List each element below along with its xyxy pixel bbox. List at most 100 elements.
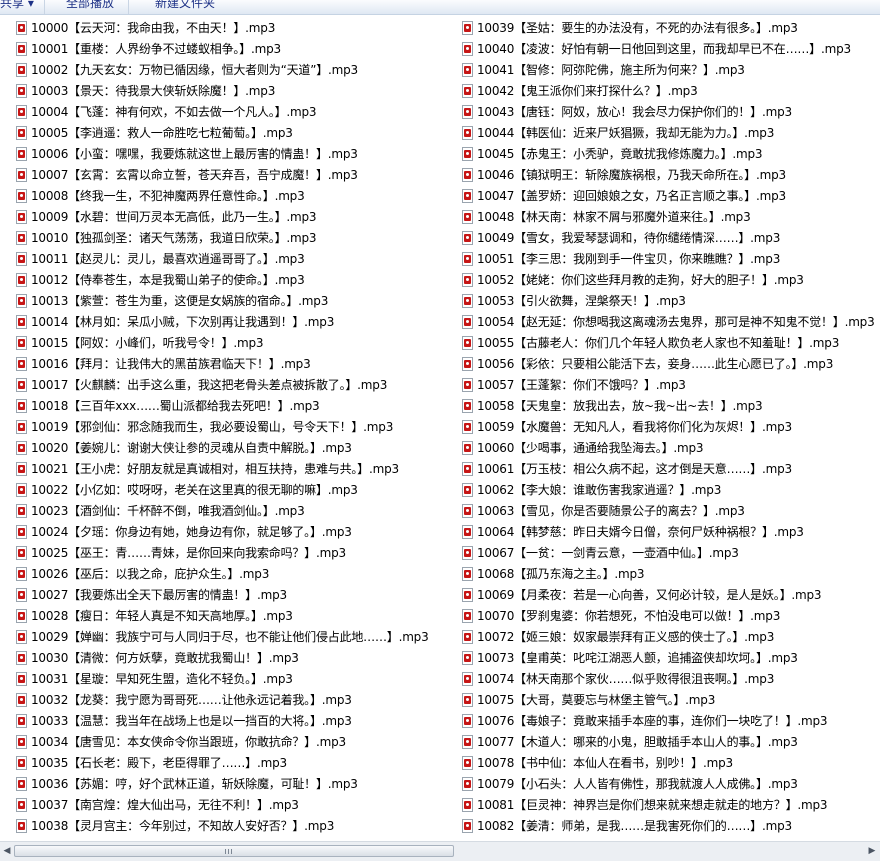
file-name: 10026【巫后：以我之命，庇护众生。】.mp3 — [31, 567, 270, 581]
file-item[interactable]: 10011【赵灵儿：灵儿，最喜欢逍遥哥哥了。】.mp3 — [0, 248, 429, 269]
file-item[interactable]: 10036【苏媚：哼，好个武林正道，斩妖除魔，可耻！】.mp3 — [0, 773, 429, 794]
file-item[interactable]: 10052【姥姥：你们这些拜月教的走狗，好大的胆子！】.mp3 — [446, 269, 875, 290]
mp3-file-icon — [462, 83, 473, 98]
file-item[interactable]: 10027【我要炼出全天下最厉害的情蛊！】.mp3 — [0, 584, 429, 605]
file-item[interactable]: 10055【古藤老人：你们几个年轻人欺负老人家也不知羞耻！】.mp3 — [446, 332, 875, 353]
file-item[interactable]: 10037【南宫煌：煌大仙出马，无往不利！】.mp3 — [0, 794, 429, 815]
play-all-button[interactable]: 全部播放 — [66, 0, 114, 11]
file-item[interactable]: 10038【灵月宫主：今年别过，不知故人安好否？】.mp3 — [0, 815, 429, 836]
file-item[interactable]: 10070【罗刹鬼婆：你若想死，不怕没电可以做！】.mp3 — [446, 605, 875, 626]
file-item[interactable]: 10014【林月如：呆瓜小贼，下次别再让我遇到！】.mp3 — [0, 311, 429, 332]
file-item[interactable]: 10081【巨灵神：神界岂是你们想来就来想走就走的地方？】.mp3 — [446, 794, 875, 815]
file-item[interactable]: 10019【邪剑仙：邪念随我而生，我必要设蜀山，号令天下！】.mp3 — [0, 416, 429, 437]
file-item[interactable]: 10069【月柔夜：若是一心向善，又何必计较，是人是妖。】.mp3 — [446, 584, 875, 605]
file-item[interactable]: 10075【大哥，莫要忘与林堡主管气。】.mp3 — [446, 689, 875, 710]
file-item[interactable]: 10042【鬼王派你们来打探什么？】.mp3 — [446, 80, 875, 101]
file-item[interactable]: 10034【唐雪见：本女侠命令你当跟班，你敢抗命？】.mp3 — [0, 731, 429, 752]
file-item[interactable]: 10009【水碧：世间万灵本无高低，此乃一生。】.mp3 — [0, 206, 429, 227]
file-item[interactable]: 10064【韩梦慈：昨日夫婿今日僧，奈何尸妖种祸根？】.mp3 — [446, 521, 875, 542]
file-name: 10013【紫萱：苍生为重，这便是女娲族的宿命。】.mp3 — [31, 294, 329, 308]
file-item[interactable]: 10067【一贫：一剑青云意，一壶酒中仙。】.mp3 — [446, 542, 875, 563]
file-item[interactable]: 10025【巫王：青……青妹，是你回来向我索命吗？】.mp3 — [0, 542, 429, 563]
file-item[interactable]: 10079【小石头：人人皆有佛性，那我就渡人人成佛。】.mp3 — [446, 773, 875, 794]
thumb-grip — [228, 849, 229, 854]
share-menu-button[interactable]: 共享 ▾ — [0, 0, 34, 11]
file-item[interactable]: 10032【龙葵：我宁愿为哥哥死……让他永远记着我。】.mp3 — [0, 689, 429, 710]
file-name: 10014【林月如：呆瓜小贼，下次别再让我遇到！】.mp3 — [31, 315, 335, 329]
file-item[interactable]: 10046【镇狱明王：斩除魔族祸根，乃我天命所在。】.mp3 — [446, 164, 875, 185]
file-item[interactable]: 10020【姜婉儿：谢谢大侠让参的灵魂从自责中解脱。】.mp3 — [0, 437, 429, 458]
scrollbar-thumb[interactable] — [14, 845, 454, 857]
scroll-right-arrow-icon[interactable]: ▶ — [866, 845, 878, 857]
file-item[interactable]: 10022【小亿如：哎呀呀，老关在这里真的很无聊的嘛】.mp3 — [0, 479, 429, 500]
file-item[interactable]: 10030【清微：何方妖孽，竟敢扰我蜀山！】.mp3 — [0, 647, 429, 668]
file-item[interactable]: 10077【木道人：哪来的小鬼，胆敢插手本山人的事。】.mp3 — [446, 731, 875, 752]
file-item[interactable]: 10058【天鬼皇：放我出去，放~我~出~去！】.mp3 — [446, 395, 875, 416]
file-item[interactable]: 10016【拜月：让我伟大的黑苗族君临天下！】.mp3 — [0, 353, 429, 374]
file-item[interactable]: 10047【盖罗娇：迎回娘娘之女，乃名正言顺之事。】.mp3 — [446, 185, 875, 206]
file-item[interactable]: 10033【温慧：我当年在战场上也是以一挡百的大将。】.mp3 — [0, 710, 429, 731]
mp3-file-icon — [462, 125, 473, 140]
file-item[interactable]: 10008【终我一生，不犯神魔两界任意性命。】.mp3 — [0, 185, 429, 206]
file-item[interactable]: 10074【林天南那个家伙……似乎败得很沮丧啊。】.mp3 — [446, 668, 875, 689]
file-item[interactable]: 10002【九天玄女：万物已循因缘，恒大者则为“天道”】.mp3 — [0, 59, 429, 80]
file-name: 10016【拜月：让我伟大的黑苗族君临天下！】.mp3 — [31, 357, 311, 371]
file-item[interactable]: 10029【婵幽：我族宁可与人同归于尽，也不能让他们侵占此地……】.mp3 — [0, 626, 429, 647]
file-item[interactable]: 10031【星璇：早知死生盟，造化不轻负。】.mp3 — [0, 668, 429, 689]
file-item[interactable]: 10056【彩依：只要相公能活下去，妾身……此生心愿已了。】.mp3 — [446, 353, 875, 374]
file-item[interactable]: 10063【雪见，你是否要随景公子的离去？】.mp3 — [446, 500, 875, 521]
file-item[interactable]: 10026【巫后：以我之命，庇护众生。】.mp3 — [0, 563, 429, 584]
file-item[interactable]: 10048【林天南：林家不屑与邪魔外道来往。】.mp3 — [446, 206, 875, 227]
file-item[interactable]: 10061【万玉枝：相公久病不起，这才倒是天意……】.mp3 — [446, 458, 875, 479]
file-item[interactable]: 10021【王小虎：好朋友就是真诚相对，相互扶持，患难与共。】.mp3 — [0, 458, 429, 479]
mp3-file-icon — [462, 545, 473, 560]
file-item[interactable]: 10054【赵无延：你想喝我这离魂汤去鬼界，那可是神不知鬼不觉！】.mp3 — [446, 311, 875, 332]
file-item[interactable]: 10001【重楼：人界纷争不过蝼蚁相争。】.mp3 — [0, 38, 429, 59]
file-item[interactable]: 10076【毒娘子：竟敢来插手本座的事，连你们一块吃了！】.mp3 — [446, 710, 875, 731]
file-item[interactable]: 10003【景天：待我景大侠斩妖除魔！】.mp3 — [0, 80, 429, 101]
file-item[interactable]: 10013【紫萱：苍生为重，这便是女娲族的宿命。】.mp3 — [0, 290, 429, 311]
toolbar-separator — [128, 0, 129, 14]
file-item[interactable]: 10049【雪女，我爱琴瑟调和，待你缱绻情深……】.mp3 — [446, 227, 875, 248]
file-item[interactable]: 10045【赤鬼王：小秃驴，竟敢扰我修炼魔力。】.mp3 — [446, 143, 875, 164]
mp3-file-icon — [16, 692, 27, 707]
file-item[interactable]: 10057【王蓬絮：你们不饿吗？】.mp3 — [446, 374, 875, 395]
file-item[interactable]: 10023【酒剑仙：千杯醉不倒，唯我酒剑仙。】.mp3 — [0, 500, 429, 521]
file-item[interactable]: 10082【姜清：师弟，是我……是我害死你们的……】.mp3 — [446, 815, 875, 836]
scroll-left-arrow-icon[interactable]: ◀ — [1, 845, 13, 857]
file-item[interactable]: 10035【石长老：殿下，老臣得罪了……】.mp3 — [0, 752, 429, 773]
file-item[interactable]: 10012【侍奉苍生，本是我蜀山弟子的使命。】.mp3 — [0, 269, 429, 290]
file-item[interactable]: 10068【孤乃东海之主。】.mp3 — [446, 563, 875, 584]
file-item[interactable]: 10073【皇甫英：叱咤江湖恶人颤，追捕盗侠却坎坷。】.mp3 — [446, 647, 875, 668]
file-item[interactable]: 10018【三百年xxx……蜀山派都给我去死吧！】.mp3 — [0, 395, 429, 416]
file-item[interactable]: 10053【引火欲舞，涅槃祭天！】.mp3 — [446, 290, 875, 311]
file-item[interactable]: 10004【飞蓬：神有何欢，不如去做一个凡人。】.mp3 — [0, 101, 429, 122]
file-item[interactable]: 10017【火麒麟：出手这么重，我这把老骨头差点被拆散了。】.mp3 — [0, 374, 429, 395]
file-item[interactable]: 10060【少喝事，通通给我坠海去。】.mp3 — [446, 437, 875, 458]
file-item[interactable]: 10015【阿奴：小峰们，听我号令！】.mp3 — [0, 332, 429, 353]
file-item[interactable]: 10028【瘦日：年轻人真是不知天高地厚。】.mp3 — [0, 605, 429, 626]
file-item[interactable]: 10059【水魔兽：无知凡人，看我将你们化为灰烬！】.mp3 — [446, 416, 875, 437]
new-folder-button[interactable]: 新建文件夹 — [155, 0, 215, 11]
file-item[interactable]: 10024【夕瑶：你身边有她，她身边有你，就足够了。】.mp3 — [0, 521, 429, 542]
horizontal-scrollbar[interactable]: ◀ ▶ — [0, 841, 880, 861]
file-name: 10068【孤乃东海之主。】.mp3 — [477, 567, 645, 581]
file-item[interactable]: 10040【凌波：好怕有朝一日他回到这里，而我却早已不在……】.mp3 — [446, 38, 875, 59]
file-item[interactable]: 10043【唐钰：阿奴，放心！我会尽力保护你们的！】.mp3 — [446, 101, 875, 122]
file-item[interactable]: 10007【玄霄：玄霄以命立誓，苍天弃吾，吾宁成魔！】.mp3 — [0, 164, 429, 185]
mp3-file-icon — [16, 671, 27, 686]
file-item[interactable]: 10010【独孤剑圣：诸天气荡荡，我道日欣荣。】.mp3 — [0, 227, 429, 248]
file-item[interactable]: 10062【李大娘：谁敢伤害我家逍遥？】.mp3 — [446, 479, 875, 500]
file-item[interactable]: 10000【云天河：我命由我，不由天！】.mp3 — [0, 17, 429, 38]
file-item[interactable]: 10041【智修：阿弥陀佛，施主所为何来？】.mp3 — [446, 59, 875, 80]
file-item[interactable]: 10005【李逍遥：救人一命胜吃七粒葡萄。】.mp3 — [0, 122, 429, 143]
mp3-file-icon — [16, 734, 27, 749]
file-item[interactable]: 10051【李三思：我刚到手一件宝贝，你来瞧瞧？】.mp3 — [446, 248, 875, 269]
mp3-file-icon — [16, 335, 27, 350]
file-item[interactable]: 10039【圣姑：要生的办法没有，不死的办法有很多。】.mp3 — [446, 17, 875, 38]
file-item[interactable]: 10044【韩医仙：近来尸妖猖獗，我却无能为力。】.mp3 — [446, 122, 875, 143]
file-name: 10022【小亿如：哎呀呀，老关在这里真的很无聊的嘛】.mp3 — [31, 483, 358, 497]
file-item[interactable]: 10006【小蛮：嘿嘿，我要炼就这世上最厉害的情蛊！】.mp3 — [0, 143, 429, 164]
file-item[interactable]: 10078【书中仙：本仙人在看书，别吵！】.mp3 — [446, 752, 875, 773]
file-item[interactable]: 10072【姬三娘：奴家最崇拜有正义感的侠士了。】.mp3 — [446, 626, 875, 647]
